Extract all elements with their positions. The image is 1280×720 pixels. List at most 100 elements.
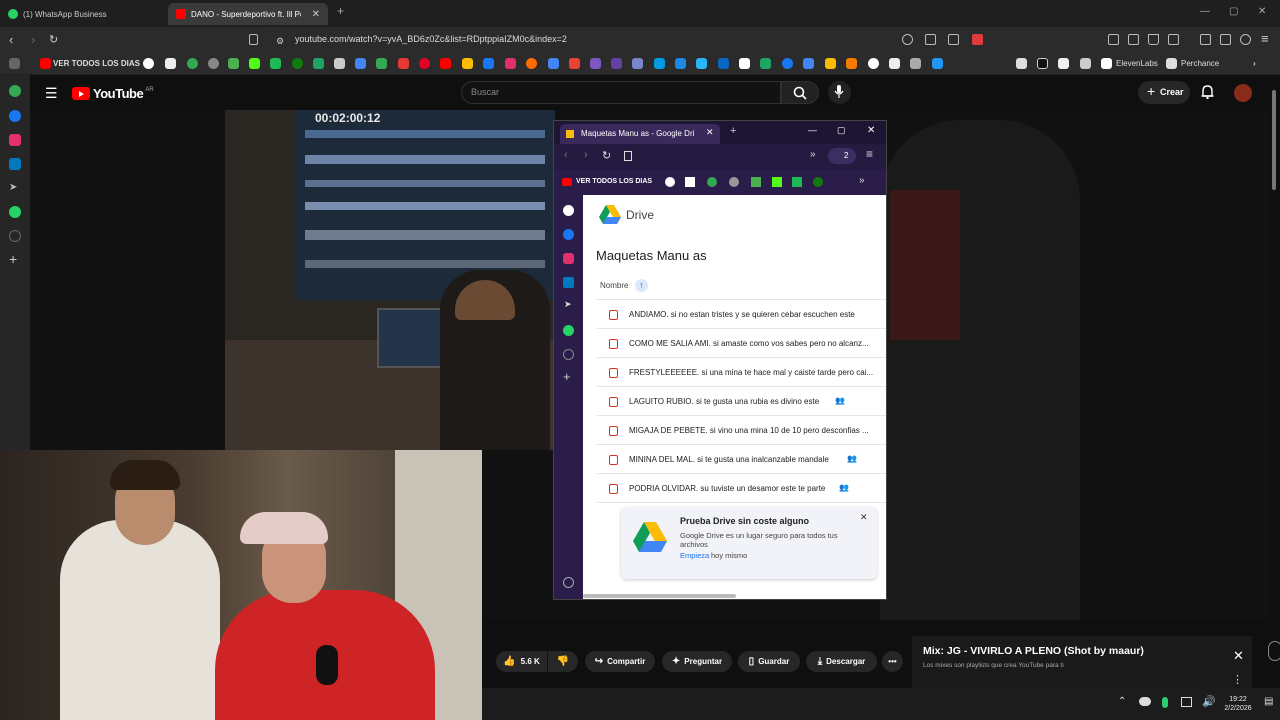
bookmark-icon-t[interactable] [846,58,857,69]
bookmark-icon-a[interactable] [334,58,345,69]
google-sidebar-icon[interactable] [9,85,21,97]
inner-add-sidebar-icon[interactable]: + [563,369,571,384]
youtube-bookmark-icon[interactable] [40,58,51,69]
inner-xbox-icon[interactable] [813,177,823,187]
bookmark-icon-r[interactable] [803,58,814,69]
trello-sidebar-icon[interactable] [9,158,21,170]
new-tab-button[interactable]: + [337,4,344,18]
tray-mic-icon[interactable] [1162,697,1168,708]
reading-list-icon[interactable] [1200,34,1211,45]
maps-bookmark-icon[interactable] [228,58,239,69]
more-bookmarks-icon[interactable]: › [1253,59,1256,68]
ask-button[interactable]: ✦ Preguntar [662,651,732,672]
bookmark-icon-c[interactable] [376,58,387,69]
save-button[interactable]: ▯ Guardar [738,651,800,672]
maximize-window-button[interactable]: ▢ [1229,6,1238,17]
wallet-icon[interactable] [1220,34,1231,45]
menu-icon[interactable]: ≡ [1261,31,1269,47]
apps-grid-icon[interactable] [9,58,20,69]
zoom-icon[interactable] [902,34,913,45]
search-button[interactable] [781,81,819,104]
site-settings-icon[interactable]: ⚙ [276,33,284,49]
brave-shield-icon[interactable] [972,34,983,45]
file-row[interactable]: MININA DEL MAL. si te gusta una inalcanz… [597,445,886,474]
google-drive-logo-icon[interactable] [599,205,621,224]
hamburger-menu-icon[interactable]: ☰ [45,85,58,102]
bookmark-icon-q[interactable] [760,58,771,69]
bookmark-ver-todos[interactable]: VER TODOS LOS DIAS [53,59,140,68]
camera-icon[interactable] [948,34,959,45]
facebook-sidebar-icon[interactable] [9,110,21,122]
inner-close-button[interactable]: ✕ [867,125,875,136]
openai-bookmark-icon[interactable] [143,58,154,69]
create-button[interactable]: + Crear [1138,81,1190,104]
inner-bookmark-icon[interactable] [624,151,632,161]
bookmark-icon-o[interactable] [696,58,707,69]
horizontal-scrollbar[interactable] [583,594,736,598]
inner-maximize-button[interactable]: ▢ [837,125,846,136]
promo-close-icon[interactable]: ✕ [860,512,868,523]
page-scrollbar[interactable] [1272,90,1276,190]
inner-instagram-sidebar-icon[interactable] [563,253,574,264]
bookmark-icon-d[interactable] [398,58,409,69]
facebook-bookmark-icon[interactable] [782,58,793,69]
close-window-button[interactable]: ✕ [1258,6,1266,17]
inner-new-tab-button[interactable]: + [730,125,736,137]
close-tab-icon[interactable]: ✕ [312,9,320,20]
inner-more-bookmarks-icon[interactable]: » [859,175,865,186]
file-row[interactable]: PODRIA OLVIDAR. su tuviste un desamor es… [597,474,886,503]
bookmark-icon-g[interactable] [483,58,494,69]
inner-trello-sidebar-icon[interactable] [563,277,574,288]
bookmark-icon-p[interactable] [739,58,750,69]
close-inner-tab-icon[interactable]: ✕ [706,127,714,138]
bookmark-perchance[interactable]: Perchance [1181,59,1219,68]
close-mix-icon[interactable]: ✕ [1233,648,1244,664]
sheets-bookmark-icon[interactable] [313,58,324,69]
bookmark-icon-n[interactable] [675,58,686,69]
inner-whatsapp-sidebar-icon[interactable] [563,325,574,336]
inner-minimize-button[interactable]: — [808,125,817,135]
inner-settings-sidebar-icon[interactable] [563,349,574,360]
bookmark-icon-j[interactable] [569,58,580,69]
inner-facebook-sidebar-icon[interactable] [563,229,574,240]
bookmark-icon-w[interactable] [932,58,943,69]
inner-settings-icon[interactable] [729,177,739,187]
youtube-logo[interactable]: YouTube AR [72,86,154,101]
bookmark-icon-y[interactable] [1058,58,1069,69]
file-row[interactable]: FRESTYLEEEEEE. si una mina te hace mal y… [597,358,886,387]
inner-forward-icon[interactable]: › [584,149,588,161]
inner-tab-counter[interactable]: 2 [828,148,856,164]
reload-icon[interactable]: ↻ [49,32,58,48]
linkedin-bookmark-icon[interactable] [718,58,729,69]
sort-ascending-arrow-icon[interactable]: ↑ [635,279,648,292]
download-button[interactable]: ⤓ Descargar [806,651,877,672]
file-row[interactable]: LAGUITO RUBIO. si te gusta una rubia es … [597,387,886,416]
display-icon[interactable] [1181,697,1192,707]
inner-google-sidebar-icon[interactable] [563,205,574,216]
bookmark-icon-z[interactable] [1080,58,1091,69]
inner-spotify-icon[interactable] [792,177,802,187]
twitch-bookmark-icon[interactable] [611,58,622,69]
inner-bookmark-ver-todos[interactable]: VER TODOS LOS DIAS [576,178,652,185]
instagram-sidebar-icon[interactable] [9,134,21,146]
add-sidebar-icon[interactable]: + [9,251,21,267]
mix-card[interactable]: Mix: JG - VIVIRLO A PLENO (Shot by maaur… [912,636,1252,688]
search-input[interactable]: Buscar [461,81,781,104]
dislike-button[interactable]: 👎 [548,651,578,672]
inner-google-icon[interactable] [707,177,717,187]
inner-reload-icon[interactable]: ↻ [602,149,611,162]
inner-youtube-bookmark-icon[interactable] [562,178,572,186]
bookmark-icon-i[interactable] [548,58,559,69]
x-bookmark-icon[interactable] [889,58,900,69]
bookmark-icon-m[interactable] [654,58,665,69]
vpn-icon[interactable] [1240,34,1251,45]
notion-bookmark-icon[interactable] [165,58,176,69]
like-button[interactable]: 👍 5.6 K [496,651,547,672]
avatar[interactable] [1234,84,1252,102]
promo-link[interactable]: Empieza [680,551,709,560]
clock[interactable]: 19:22 2/2/2026 [1218,695,1258,713]
bookmark-icon[interactable] [249,34,258,45]
sidebar-toggle-icon[interactable] [1128,34,1139,45]
tray-chevron-icon[interactable]: ⌃ [1118,696,1126,707]
inner-openai-icon[interactable] [665,177,675,187]
